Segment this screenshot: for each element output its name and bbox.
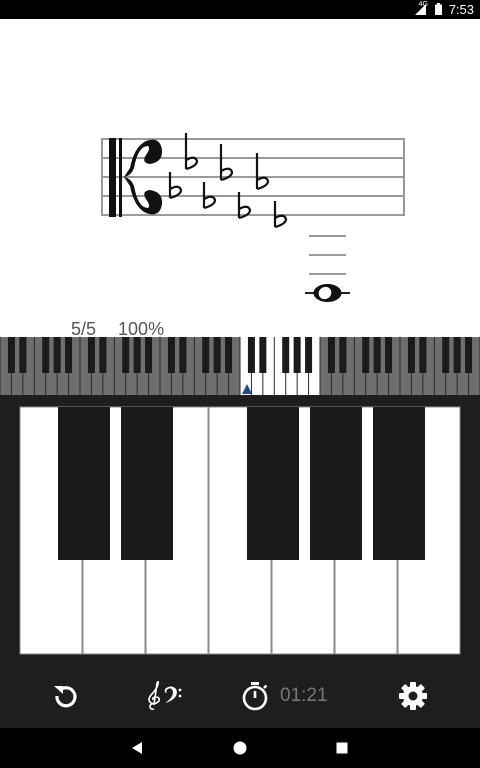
piano-black-key[interactable]	[310, 407, 362, 560]
key-signature	[168, 133, 288, 229]
status-bar: 4G 7:53	[0, 0, 480, 19]
mini-black-key[interactable]	[145, 337, 153, 373]
signal-icon	[415, 4, 426, 15]
piano-black-key[interactable]	[373, 407, 425, 560]
mini-black-key[interactable]	[202, 337, 210, 373]
staff-area: 5/5 100%	[0, 19, 480, 339]
mini-black-key[interactable]	[19, 337, 27, 373]
mini-black-key[interactable]	[327, 337, 335, 373]
toolbar: 01:21	[0, 666, 480, 728]
clef-toggle-icon	[148, 680, 182, 710]
stopwatch-icon	[242, 682, 268, 711]
mini-black-key[interactable]	[87, 337, 95, 373]
mini-black-key[interactable]	[122, 337, 130, 373]
piano-black-key[interactable]	[58, 407, 110, 560]
piano-black-key[interactable]	[121, 407, 173, 560]
mini-black-key[interactable]	[373, 337, 381, 373]
progress-count: 5/5	[71, 319, 97, 339]
piano-black-key[interactable]	[247, 407, 299, 560]
flat-icon	[168, 172, 183, 200]
mini-black-key[interactable]	[133, 337, 141, 373]
status-time: 7:53	[448, 2, 474, 17]
mini-black-key[interactable]	[465, 337, 473, 373]
reset-icon	[54, 686, 77, 708]
mini-black-key[interactable]	[42, 337, 50, 373]
mini-black-key[interactable]	[213, 337, 221, 373]
back-button[interactable]	[113, 728, 161, 768]
timer-button[interactable]: 01:21	[240, 672, 350, 720]
mini-keyboard[interactable]	[0, 337, 480, 395]
mini-black-key[interactable]	[7, 337, 15, 373]
mini-black-key[interactable]	[419, 337, 427, 373]
mini-black-key[interactable]	[442, 337, 450, 373]
music-staff	[101, 133, 405, 302]
battery-icon	[435, 3, 442, 15]
whole-note-icon	[305, 284, 350, 302]
mini-black-key[interactable]	[362, 337, 370, 373]
recents-button[interactable]	[318, 728, 366, 768]
mini-black-key[interactable]	[407, 337, 415, 373]
back-icon	[132, 742, 142, 754]
navigation-bar	[0, 728, 480, 768]
mini-black-key[interactable]	[225, 337, 233, 373]
home-button[interactable]	[216, 728, 264, 768]
settings-button[interactable]	[389, 672, 437, 720]
mini-black-key[interactable]	[293, 337, 301, 373]
clef-toggle-button[interactable]	[140, 672, 188, 720]
recents-icon	[336, 742, 348, 754]
mini-black-key[interactable]	[247, 337, 255, 373]
mini-black-key[interactable]	[65, 337, 73, 373]
mini-black-key[interactable]	[305, 337, 313, 373]
mini-black-key[interactable]	[385, 337, 393, 373]
settings-icon	[399, 682, 427, 710]
timer-text: 01:21	[280, 685, 328, 706]
flat-icon	[219, 144, 234, 182]
piano-keyboard[interactable]	[0, 395, 480, 666]
mini-keyboard-svg[interactable]	[0, 337, 480, 395]
mini-black-key[interactable]	[99, 337, 107, 373]
reset-button[interactable]	[42, 672, 90, 720]
mini-black-key[interactable]	[259, 337, 267, 373]
mini-black-key[interactable]	[53, 337, 61, 373]
mini-black-key[interactable]	[179, 337, 187, 373]
accuracy-percent: 100%	[118, 319, 165, 339]
mini-black-key[interactable]	[282, 337, 290, 373]
mini-black-key[interactable]	[339, 337, 347, 373]
mini-black-key[interactable]	[453, 337, 461, 373]
mini-black-key[interactable]	[167, 337, 175, 373]
home-icon	[233, 741, 247, 755]
